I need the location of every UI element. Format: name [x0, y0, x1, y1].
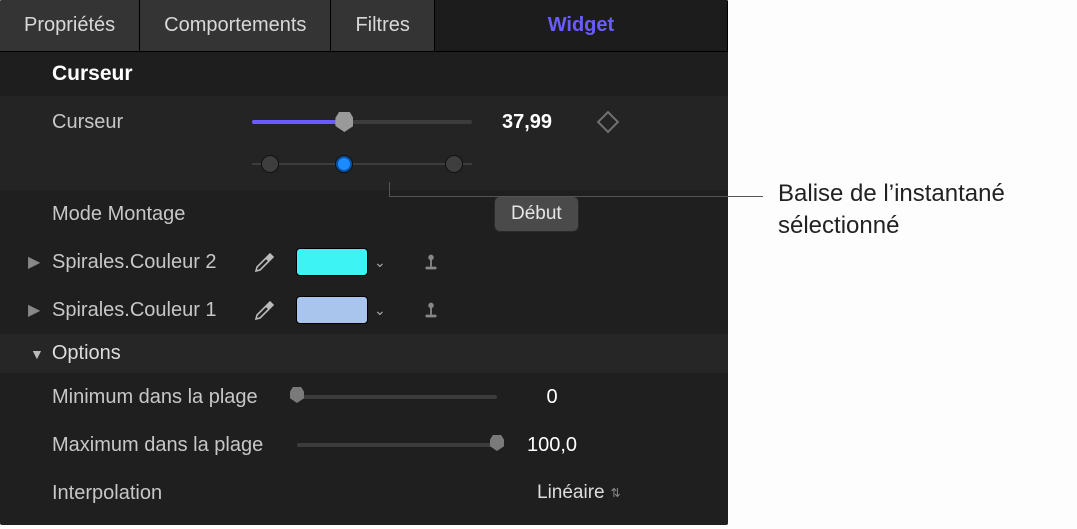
- row-snapshots: [0, 148, 728, 190]
- snapshot-marker[interactable]: [261, 155, 279, 173]
- tab-properties[interactable]: Propriétés: [0, 0, 140, 51]
- disclosure-icon[interactable]: ▶: [28, 300, 40, 320]
- mode-montage-label: Mode Montage: [52, 203, 252, 226]
- tab-widget[interactable]: Widget: [435, 0, 728, 51]
- min-slider[interactable]: [297, 388, 497, 406]
- inspector-tabs: Propriétés Comportements Filtres Widget: [0, 0, 728, 52]
- max-slider[interactable]: [297, 436, 497, 454]
- disclosure-icon[interactable]: ▶: [28, 252, 40, 272]
- row-color: ▶ Spirales.Couleur 2 ⌄: [0, 238, 728, 286]
- mode-montage-button[interactable]: Début: [494, 196, 579, 232]
- snapshot-marker[interactable]: [445, 155, 463, 173]
- row-color: ▶ Spirales.Couleur 1 ⌄: [0, 286, 728, 334]
- inspector-panel: Propriétés Comportements Filtres Widget …: [0, 0, 728, 525]
- callout-text: Balise de l’instantané sélectionné: [778, 178, 1005, 243]
- joystick-icon[interactable]: [420, 299, 442, 321]
- curseur-slider[interactable]: [252, 113, 472, 131]
- joystick-icon[interactable]: [420, 251, 442, 273]
- snapshot-marker[interactable]: [335, 155, 353, 173]
- min-value[interactable]: 0: [507, 386, 597, 409]
- row-max: Maximum dans la plage 100,0: [0, 421, 728, 469]
- snapshot-track[interactable]: [252, 151, 472, 177]
- eyedropper-icon[interactable]: [252, 297, 278, 323]
- curseur-label: Curseur: [52, 111, 252, 134]
- color-param-label: Spirales.Couleur 2: [52, 251, 217, 274]
- section-title: Curseur: [0, 52, 728, 96]
- row-mode-montage: Mode Montage Début: [0, 190, 728, 238]
- curseur-value[interactable]: 37,99: [482, 111, 572, 134]
- eyedropper-icon[interactable]: [252, 249, 278, 275]
- options-disclosure-icon[interactable]: ▼: [30, 346, 44, 362]
- color-param-label: Spirales.Couleur 1: [52, 299, 217, 322]
- interp-value: Linéaire: [537, 482, 605, 504]
- max-slider-thumb[interactable]: [490, 435, 504, 451]
- chevron-down-icon[interactable]: ⌄: [370, 254, 390, 271]
- curseur-slider-thumb[interactable]: [335, 112, 353, 132]
- max-label: Maximum dans la plage: [52, 434, 297, 457]
- row-curseur: Curseur 37,99: [0, 96, 728, 148]
- tab-filters[interactable]: Filtres: [331, 0, 434, 51]
- callout-connector: [389, 196, 763, 197]
- max-value[interactable]: 100,0: [507, 434, 597, 457]
- color-swatch[interactable]: [296, 248, 368, 276]
- row-min: Minimum dans la plage 0: [0, 373, 728, 421]
- row-interpolation: Interpolation Linéaire ⇅: [0, 469, 728, 517]
- min-label: Minimum dans la plage: [52, 386, 297, 409]
- tab-behaviors[interactable]: Comportements: [140, 0, 331, 51]
- interp-label: Interpolation: [52, 482, 297, 505]
- options-header[interactable]: ▼ Options: [0, 334, 728, 373]
- keyframe-icon[interactable]: [597, 111, 620, 134]
- color-swatch[interactable]: [296, 296, 368, 324]
- dropdown-caret-icon: ⇅: [611, 486, 621, 500]
- chevron-down-icon[interactable]: ⌄: [370, 302, 390, 319]
- callout-connector: [389, 182, 390, 197]
- interp-dropdown[interactable]: Linéaire ⇅: [537, 482, 621, 504]
- options-label: Options: [52, 342, 121, 365]
